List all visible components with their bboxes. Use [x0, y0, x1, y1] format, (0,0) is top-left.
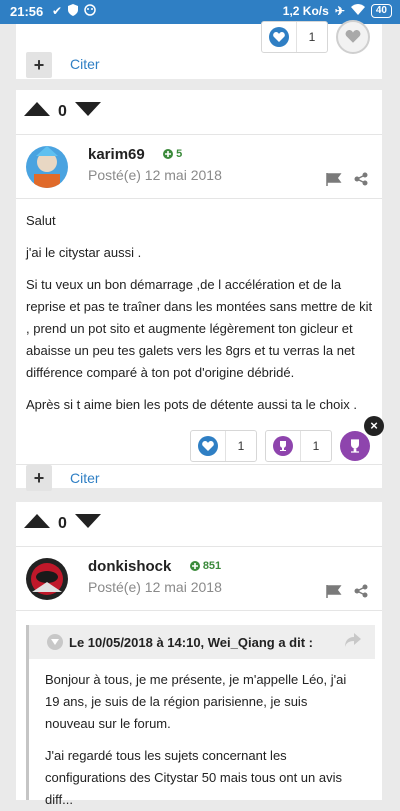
post-paragraph: Salut	[26, 213, 56, 228]
post-date[interactable]: Posté(e) 12 mai 2018	[88, 579, 222, 595]
quote-content: Bonjour à tous, je me présente, je m'app…	[29, 659, 375, 811]
like-reaction[interactable]: 1	[190, 430, 257, 462]
author-name[interactable]: donkishock	[88, 558, 171, 575]
upvote-icon[interactable]	[24, 102, 50, 121]
plus-icon[interactable]: +	[26, 52, 52, 78]
trophy-count: 1	[300, 431, 331, 461]
vote-controls: 0	[24, 102, 101, 121]
quote-header[interactable]: Le 10/05/2018 à 14:10, Wei_Qiang a dit :	[29, 625, 375, 659]
trophy-reaction[interactable]: 1	[265, 430, 332, 462]
status-time: 21:56	[10, 4, 44, 19]
flag-icon[interactable]	[326, 584, 342, 603]
post-paragraph: Si tu veux un bon démarrage ,de l accélé…	[26, 277, 373, 380]
heart-icon[interactable]	[336, 20, 370, 54]
quote-block: Le 10/05/2018 à 14:10, Wei_Qiang a dit :…	[26, 625, 375, 807]
wifi-icon	[350, 4, 365, 18]
heart-icon	[198, 436, 218, 456]
reputation-badge: 5	[163, 148, 182, 160]
author-name[interactable]: karim69	[88, 146, 145, 163]
post-paragraph: j'ai le citystar aussi .	[26, 245, 142, 260]
battery-indicator: 40	[370, 4, 392, 18]
face-icon	[84, 4, 96, 19]
shield-icon	[68, 4, 79, 19]
previous-post-card: 1 + Citer	[16, 20, 382, 79]
author-block: donkishock 851 Posté(e) 12 mai 2018	[26, 558, 222, 600]
chevron-down-icon[interactable]	[47, 634, 63, 650]
vote-count: 0	[58, 102, 67, 120]
like-count: 1	[296, 22, 327, 52]
quote-attribution: Le 10/05/2018 à 14:10, Wei_Qiang a dit :	[69, 634, 313, 650]
like-count: 1	[225, 431, 256, 461]
check-icon: ✔	[52, 4, 63, 18]
close-icon[interactable]: ×	[364, 416, 384, 436]
post-card: 0 karim69 5 Posté(e) 12 mai 2018 Salut j…	[16, 90, 382, 491]
network-speed: 1,2 Ko/s	[282, 4, 329, 18]
reply-icon[interactable]	[345, 633, 361, 650]
trophy-icon[interactable]	[340, 431, 370, 461]
vote-controls: 0	[24, 514, 101, 533]
vote-count: 0	[58, 514, 67, 532]
share-icon[interactable]	[354, 584, 368, 603]
post-paragraph: Après si t aime bien les pots de détente…	[26, 397, 357, 412]
reputation-count: 851	[202, 560, 222, 572]
downvote-icon[interactable]	[74, 102, 101, 121]
heart-icon	[269, 27, 289, 47]
share-icon[interactable]	[354, 172, 368, 191]
avatar[interactable]	[26, 558, 68, 600]
reputation-count: 5	[176, 148, 183, 160]
post-content: Salut j'ai le citystar aussi . Si tu veu…	[26, 210, 376, 426]
quote-paragraph: Bonjour à tous, je me présente, je m'app…	[45, 672, 347, 731]
flag-icon[interactable]	[326, 172, 342, 191]
avatar[interactable]	[26, 146, 68, 188]
quote-button[interactable]: Citer	[70, 470, 100, 486]
quote-paragraph: J'ai regardé tous les sujets concernant …	[45, 748, 342, 807]
like-reaction[interactable]: 1	[261, 21, 328, 53]
author-block: karim69 5 Posté(e) 12 mai 2018	[26, 146, 222, 188]
plus-icon[interactable]: +	[26, 465, 52, 491]
reputation-badge: 851	[189, 560, 222, 572]
downvote-icon[interactable]	[74, 514, 101, 533]
upvote-icon[interactable]	[24, 514, 50, 533]
airplane-mode-icon: ✈	[334, 4, 345, 18]
trophy-icon	[273, 436, 293, 456]
quote-button[interactable]: Citer	[70, 56, 100, 72]
post-date[interactable]: Posté(e) 12 mai 2018	[88, 167, 222, 183]
